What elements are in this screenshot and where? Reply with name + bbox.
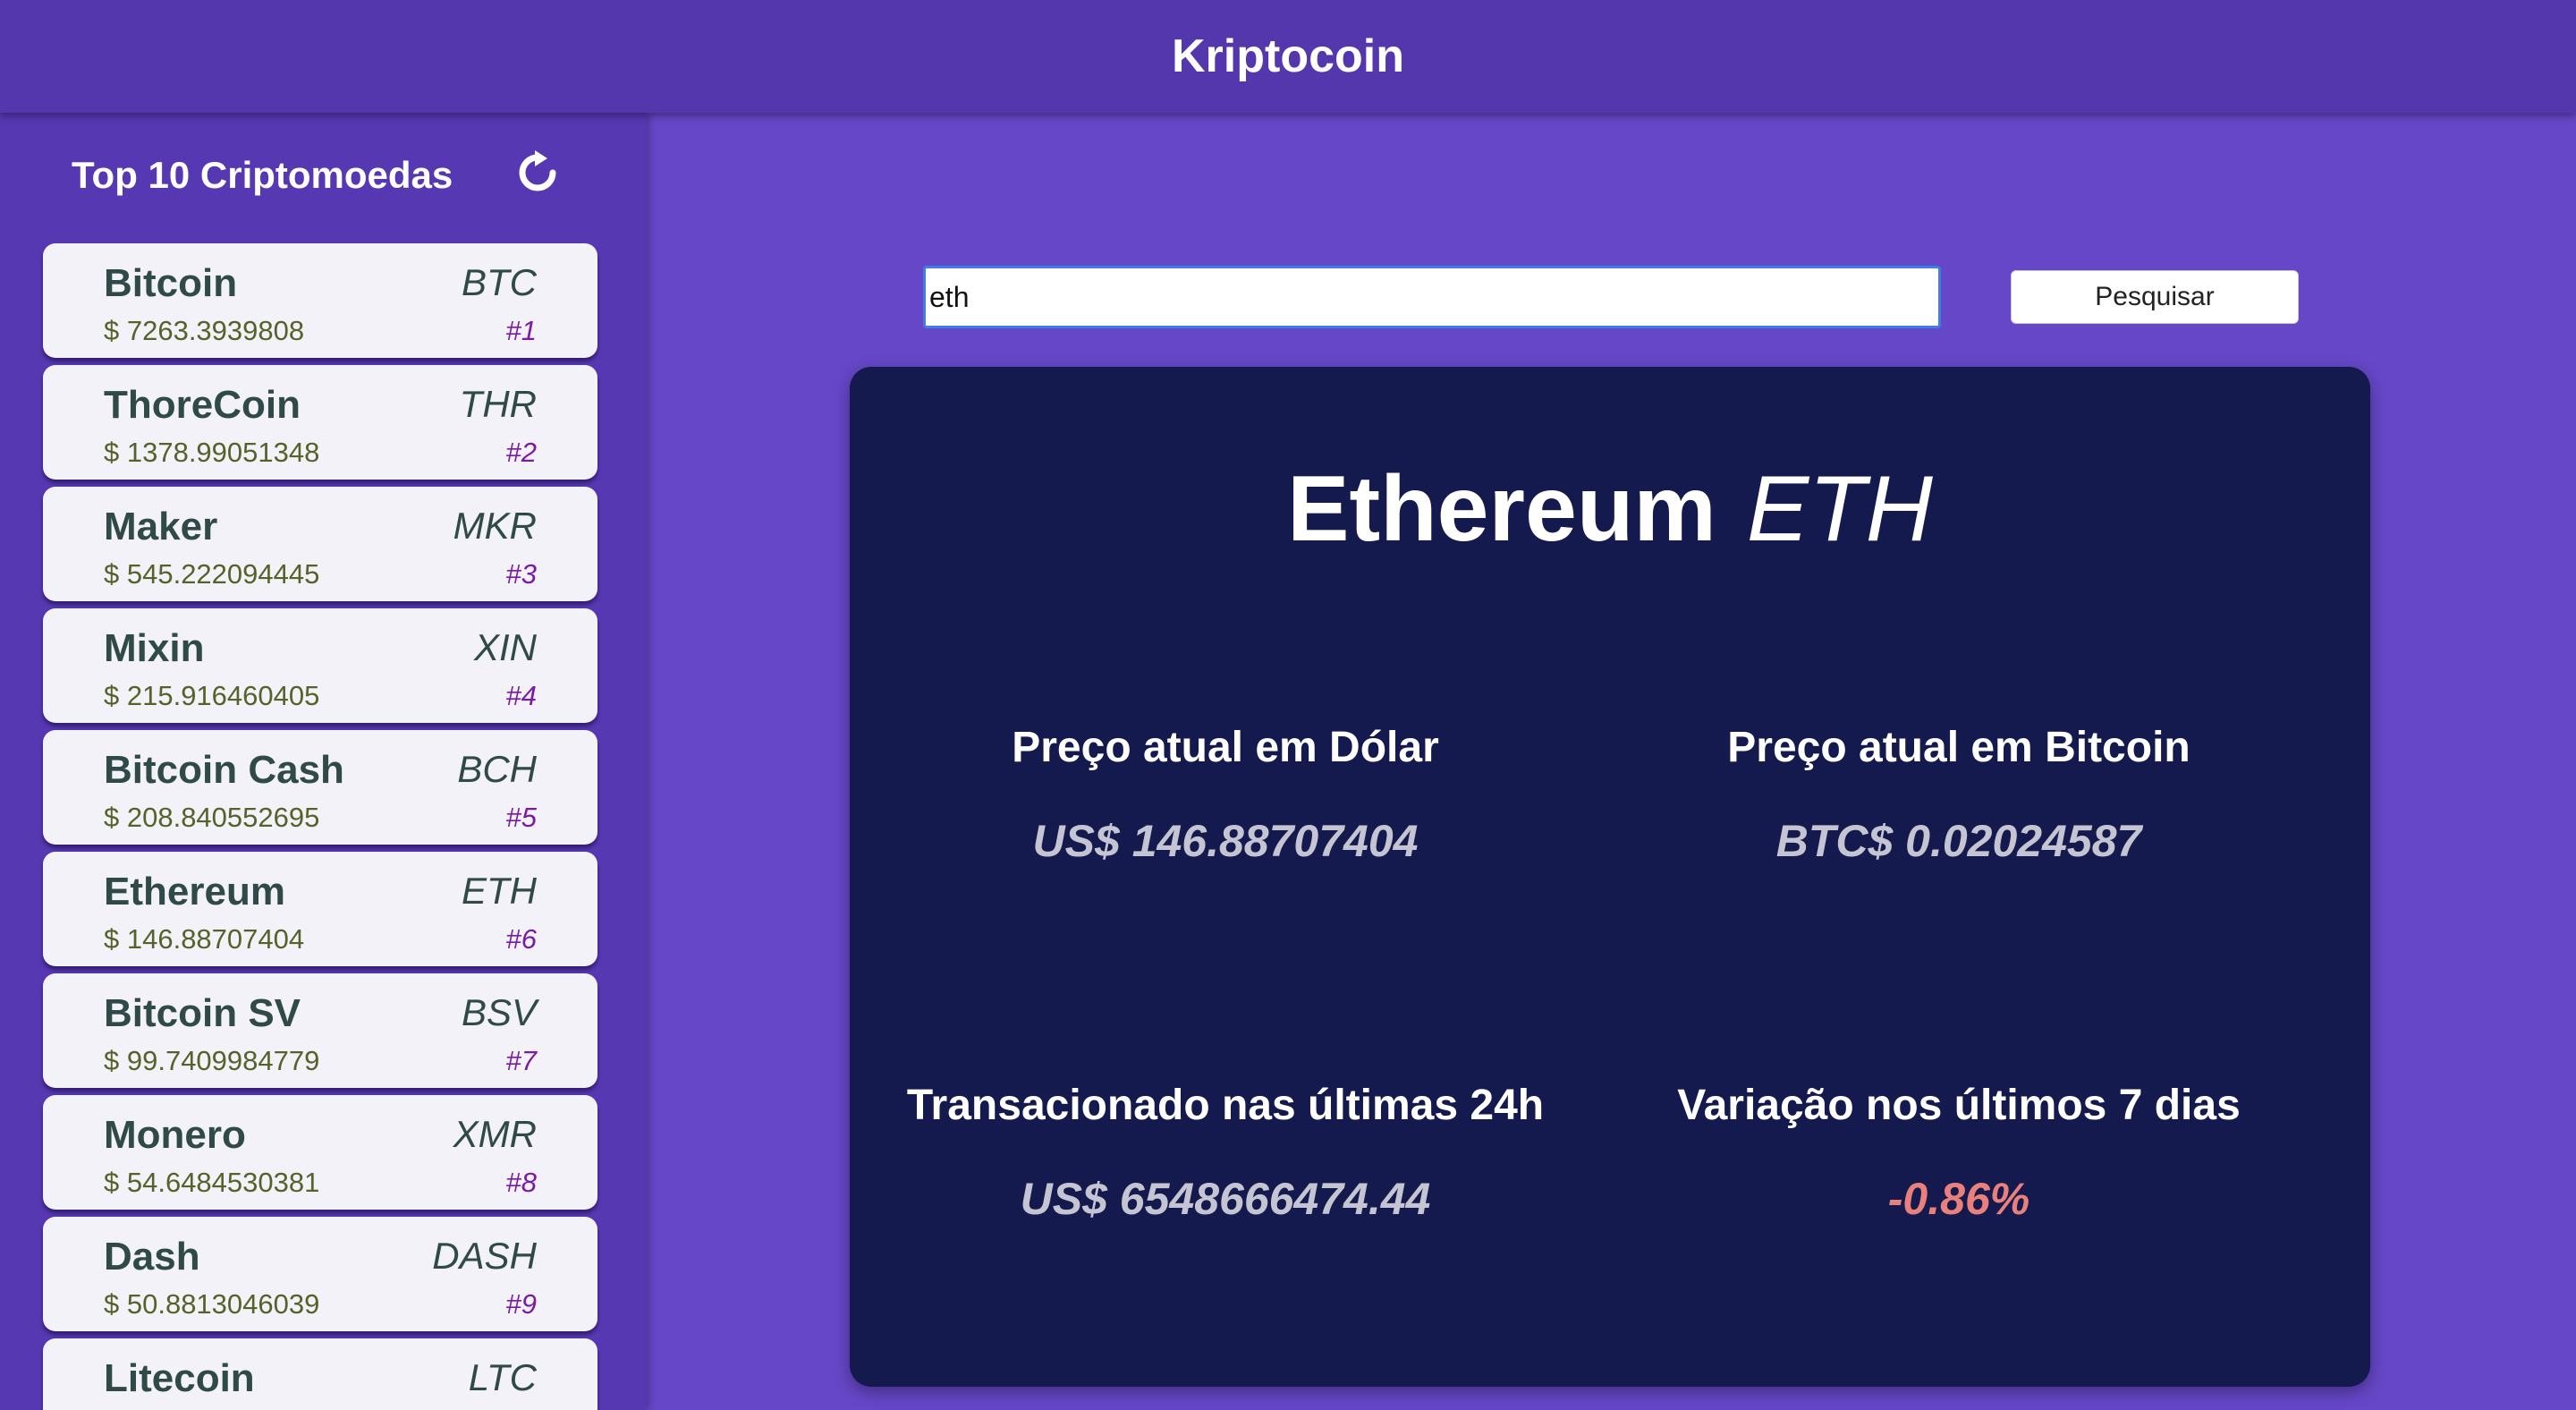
sidebar-title: Top 10 Criptomoedas: [72, 154, 453, 196]
coin-rank: #3: [505, 558, 537, 590]
coin-name: Maker: [104, 505, 218, 548]
coin-symbol: ETH: [462, 870, 537, 912]
coin-card[interactable]: Maker MKR $ 545.222094445 #3: [43, 487, 597, 601]
change-stat: Variação nos últimos 7 dias -0.86%: [1592, 1081, 2326, 1225]
coin-name: Litecoin: [104, 1356, 255, 1400]
coin-name: Monero: [104, 1113, 246, 1157]
coin-name: Dash: [104, 1235, 200, 1278]
coin-rank: #8: [505, 1167, 537, 1198]
coin-price: $ 545.222094445: [104, 558, 320, 590]
coin-card[interactable]: Bitcoin SV BSV $ 99.7409984779 #7: [43, 973, 597, 1088]
coin-price: $ 99.7409984779: [104, 1045, 320, 1076]
coin-price: $ 50.8813046039: [104, 1288, 320, 1320]
change-value: -0.86%: [1887, 1174, 2030, 1224]
coin-rank: #2: [505, 437, 537, 468]
coin-price: $ 1378.99051348: [104, 437, 320, 468]
coin-name: Bitcoin: [104, 261, 238, 305]
coin-price: $ 54.6484530381: [104, 1167, 320, 1198]
app-title: Kriptocoin: [1172, 30, 1404, 82]
coin-name: Bitcoin Cash: [104, 748, 344, 792]
price-usd-label: Preço atual em Dólar: [1012, 724, 1439, 771]
coin-symbol: XIN: [473, 626, 537, 668]
price-usd-value: US$ 146.88707404: [1032, 816, 1419, 866]
coin-rank: #5: [505, 802, 537, 833]
coin-rank: #6: [505, 923, 537, 955]
change-label: Variação nos últimos 7 dias: [1677, 1082, 2241, 1129]
detail-title: Ethereum ETH: [850, 456, 2370, 563]
coin-price: $ 146.88707404: [104, 923, 305, 955]
top-bar: Kriptocoin: [0, 0, 2576, 113]
detail-coin-symbol: ETH: [1746, 457, 1933, 561]
coin-symbol: BCH: [457, 748, 537, 790]
coin-symbol: MKR: [453, 505, 537, 547]
coin-name: ThoreCoin: [104, 383, 301, 427]
coin-price: $ 208.840552695: [104, 802, 320, 833]
sidebar-header: Top 10 Criptomoedas: [0, 113, 646, 243]
coin-card[interactable]: Dash DASH $ 50.8813046039 #9: [43, 1217, 597, 1331]
coin-name: Mixin: [104, 626, 205, 670]
coin-price: $ 7263.3939808: [104, 315, 305, 346]
search-button[interactable]: Pesquisar: [2011, 270, 2299, 324]
coin-name: Bitcoin SV: [104, 991, 301, 1035]
coin-rank: #4: [505, 680, 537, 711]
coin-card[interactable]: Ethereum ETH $ 146.88707404 #6: [43, 852, 597, 966]
sidebar: Top 10 Criptomoedas Bitcoin BTC $ 7263.393…: [0, 113, 646, 1410]
coin-symbol: LTC: [468, 1356, 537, 1398]
coin-list: Bitcoin BTC $ 7263.3939808 #1 ThoreCoin THR $ …: [43, 243, 601, 1410]
coin-symbol: BSV: [461, 991, 537, 1033]
volume-stat: Transacionado nas últimas 24h US$ 654866…: [859, 1081, 1592, 1225]
refresh-icon[interactable]: [515, 150, 560, 195]
coin-card[interactable]: Mixin XIN $ 215.916460405 #4: [43, 608, 597, 723]
coin-symbol: BTC: [462, 261, 537, 303]
price-usd-stat: Preço atual em Dólar US$ 146.88707404: [859, 723, 1592, 867]
search-input[interactable]: [923, 266, 1941, 328]
coin-name: Ethereum: [104, 870, 285, 913]
volume-value: US$ 6548666474.44: [1020, 1174, 1431, 1224]
volume-label: Transacionado nas últimas 24h: [906, 1082, 1545, 1129]
coin-rank: #7: [505, 1045, 537, 1076]
coin-symbol: DASH: [432, 1235, 537, 1277]
price-btc-value: BTC$ 0.02024587: [1775, 816, 2142, 866]
coin-card[interactable]: Bitcoin BTC $ 7263.3939808 #1: [43, 243, 597, 358]
coin-card[interactable]: Monero XMR $ 54.6484530381 #8: [43, 1095, 597, 1210]
coin-rank: #1: [505, 315, 537, 346]
price-btc-stat: Preço atual em Bitcoin BTC$ 0.02024587: [1592, 723, 2326, 867]
coin-card[interactable]: ThoreCoin THR $ 1378.99051348 #2: [43, 365, 597, 480]
coin-price: $ 215.916460405: [104, 680, 320, 711]
price-btc-label: Preço atual em Bitcoin: [1727, 724, 2190, 771]
coin-card[interactable]: Bitcoin Cash BCH $ 208.840552695 #5: [43, 730, 597, 845]
coin-symbol: XMR: [453, 1113, 537, 1155]
coin-detail-card: Ethereum ETH Preço atual em Dólar US$ 146…: [850, 367, 2370, 1387]
detail-coin-name: Ethereum: [1287, 457, 1716, 561]
coin-card[interactable]: Litecoin LTC: [43, 1338, 597, 1410]
coin-rank: #9: [505, 1288, 537, 1320]
coin-symbol: THR: [459, 383, 537, 425]
